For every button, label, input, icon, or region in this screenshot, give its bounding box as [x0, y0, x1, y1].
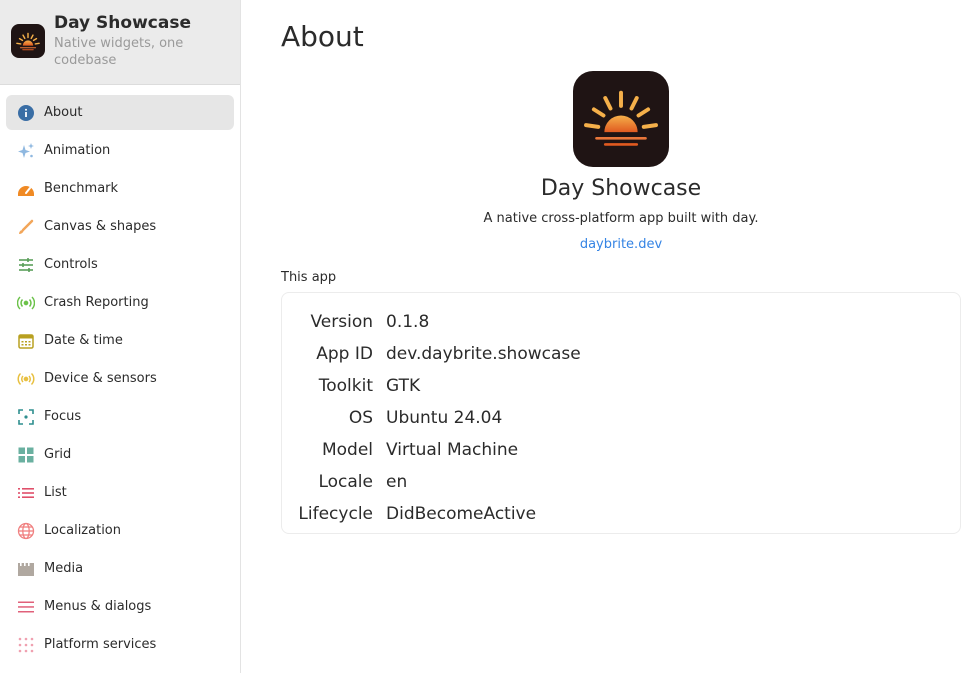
info-value: 0.1.8	[386, 312, 430, 332]
app-subtitle: Native widgets, one codebase	[54, 36, 184, 68]
sidebar-item-list[interactable]: List	[6, 475, 234, 510]
grid-icon	[16, 445, 36, 465]
sidebar-item-label: Media	[44, 561, 84, 576]
sidebar-item-animation[interactable]: Animation	[6, 133, 234, 168]
app-info-card: Version 0.1.8 App ID dev.daybrite.showca…	[281, 292, 961, 534]
sidebar-item-label: Localization	[44, 523, 121, 538]
info-key: Model	[321, 440, 373, 460]
sidebar-item-canvas-shapes[interactable]: Canvas & shapes	[6, 209, 234, 244]
info-row-model: Model Virtual Machine	[282, 434, 960, 466]
page-title: About	[281, 20, 364, 53]
sidebar-item-label: Date & time	[44, 333, 123, 348]
sidebar-item-benchmark[interactable]: Benchmark	[6, 171, 234, 206]
sidebar-item-controls[interactable]: Controls	[6, 247, 234, 282]
sparkles-icon	[16, 141, 36, 161]
info-key: Version	[310, 312, 373, 332]
sidebar-item-label: List	[44, 485, 67, 500]
app-title: Day Showcase	[54, 13, 191, 33]
info-value: GTK	[386, 376, 421, 396]
sidebar-item-label: Grid	[44, 447, 72, 462]
info-row-version: Version 0.1.8	[282, 306, 960, 338]
globe-icon	[16, 521, 36, 541]
sidebar-item-menus-dialogs[interactable]: Menus & dialogs	[6, 589, 234, 624]
app-logo-icon	[11, 24, 45, 58]
menu-icon	[16, 597, 36, 617]
main-content: About Day Showcase A native cross-platfo…	[241, 0, 961, 673]
info-value: Ubuntu 24.04	[386, 408, 503, 428]
sidebar-item-date-time[interactable]: Date & time	[6, 323, 234, 358]
app-name: Day Showcase	[540, 176, 702, 201]
website-link[interactable]: daybrite.dev	[241, 237, 961, 252]
info-key: OS	[348, 408, 373, 428]
info-icon	[16, 103, 36, 123]
sensor-icon	[16, 369, 36, 389]
list-icon	[16, 483, 36, 503]
info-row-os: OS Ubuntu 24.04	[282, 402, 960, 434]
app-icon	[573, 71, 669, 167]
sidebar: Day Showcase Native widgets, one codebas…	[0, 0, 241, 673]
sidebar-item-label: Controls	[44, 257, 98, 272]
info-row-lifecycle: Lifecycle DidBecomeActive	[282, 498, 960, 530]
sidebar-item-label: Crash Reporting	[44, 295, 149, 310]
info-key: Toolkit	[318, 376, 373, 396]
calendar-icon	[16, 331, 36, 351]
info-row-app-id: App ID dev.daybrite.showcase	[282, 338, 960, 370]
sidebar-item-label: Menus & dialogs	[44, 599, 152, 614]
focus-icon	[16, 407, 36, 427]
dots-grid-icon	[16, 635, 36, 655]
info-key: Lifecycle	[298, 504, 373, 524]
brush-icon	[16, 217, 36, 237]
sliders-icon	[16, 255, 36, 275]
info-value: Virtual Machine	[386, 440, 519, 460]
sidebar-nav: About Animation Benchmark Canvas & shape…	[0, 85, 240, 662]
film-icon	[16, 559, 36, 579]
sidebar-header: Day Showcase Native widgets, one codebas…	[0, 0, 240, 85]
sidebar-item-label: Focus	[44, 409, 82, 424]
sidebar-item-label: Animation	[44, 143, 111, 158]
sidebar-item-label: Canvas & shapes	[44, 219, 157, 234]
info-value: dev.daybrite.showcase	[386, 344, 581, 364]
sidebar-item-crash-reporting[interactable]: Crash Reporting	[6, 285, 234, 320]
sidebar-item-localization[interactable]: Localization	[6, 513, 234, 548]
info-key: Locale	[318, 472, 373, 492]
speedometer-icon	[16, 179, 36, 199]
app-description: A native cross-platform app built with d…	[483, 211, 759, 226]
sidebar-item-platform-services[interactable]: Platform services	[6, 627, 234, 662]
info-row-locale: Locale en	[282, 466, 960, 498]
sidebar-item-about[interactable]: About	[6, 95, 234, 130]
sidebar-item-device-sensors[interactable]: Device & sensors	[6, 361, 234, 396]
sidebar-item-media[interactable]: Media	[6, 551, 234, 586]
info-value: DidBecomeActive	[386, 504, 537, 524]
info-value: en	[386, 472, 408, 492]
sidebar-item-label: Benchmark	[44, 181, 119, 196]
broadcast-icon	[16, 293, 36, 313]
info-row-toolkit: Toolkit GTK	[282, 370, 960, 402]
section-label: This app	[281, 270, 337, 285]
sidebar-item-focus[interactable]: Focus	[6, 399, 234, 434]
sidebar-item-label: About	[44, 105, 83, 120]
sidebar-item-grid[interactable]: Grid	[6, 437, 234, 472]
sidebar-item-label: Platform services	[44, 637, 157, 652]
info-key: App ID	[316, 344, 373, 364]
sidebar-item-label: Device & sensors	[44, 371, 157, 386]
